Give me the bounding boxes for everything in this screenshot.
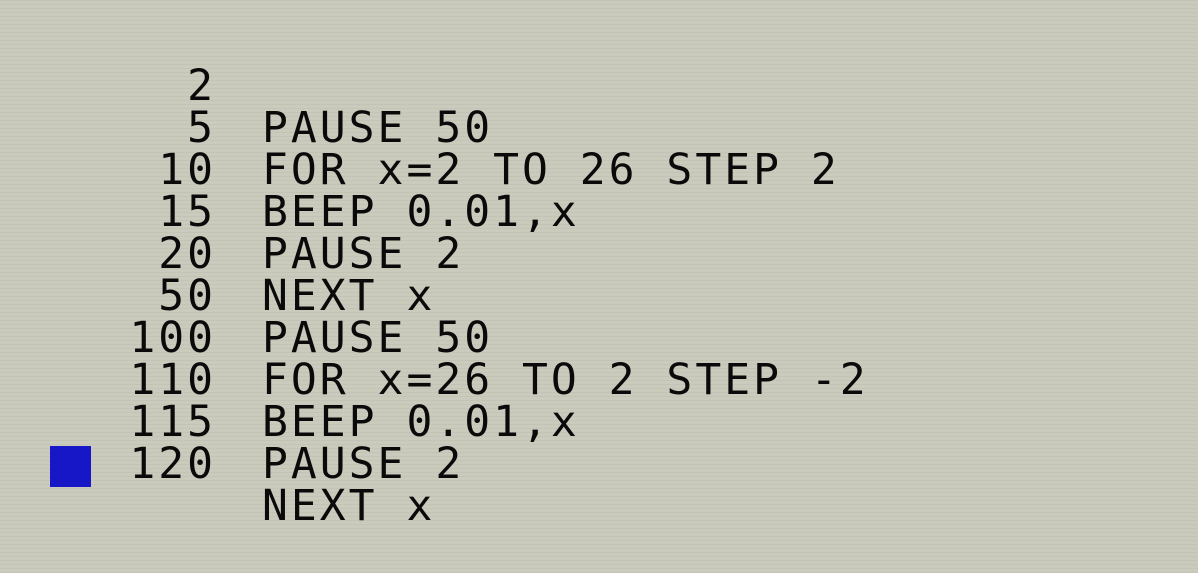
line-code: BEEP 0.01,x	[262, 397, 580, 447]
basic-listing-screen: 2 PAUSE 50 5 FOR x=2 TO 26 STEP 2 10 BEE…	[0, 0, 1198, 528]
input-cursor[interactable]	[50, 446, 91, 487]
program-line: 110 BEEP 0.01,x	[0, 317, 576, 444]
line-code: NEXT x	[262, 271, 436, 321]
line-code: PAUSE 50	[262, 103, 494, 153]
line-number: 120	[129, 439, 216, 489]
line-code: PAUSE 50	[262, 313, 494, 363]
line-code: FOR x=2 TO 26 STEP 2	[262, 145, 840, 195]
line-code: NEXT x	[262, 481, 436, 531]
program-line: 115 PAUSE 2	[0, 359, 461, 486]
program-line: 50 PAUSE 50	[0, 233, 490, 360]
program-line: 10 BEEP 0.01,x	[0, 107, 577, 234]
program-line: 20 NEXT x	[0, 191, 432, 318]
line-code: PAUSE 2	[262, 229, 465, 279]
line-code: PAUSE 2	[262, 439, 465, 489]
program-line: 100 FOR x=26 TO 2 STEP -2	[0, 275, 865, 402]
program-line: 5 FOR x=2 TO 26 STEP 2	[0, 65, 837, 192]
program-line: 2 PAUSE 50	[0, 23, 490, 150]
program-line: 120 NEXT x	[0, 401, 432, 528]
program-line: 15 PAUSE 2	[0, 149, 461, 276]
line-code: BEEP 0.01,x	[262, 187, 580, 237]
line-code: FOR x=26 TO 2 STEP -2	[262, 355, 869, 405]
